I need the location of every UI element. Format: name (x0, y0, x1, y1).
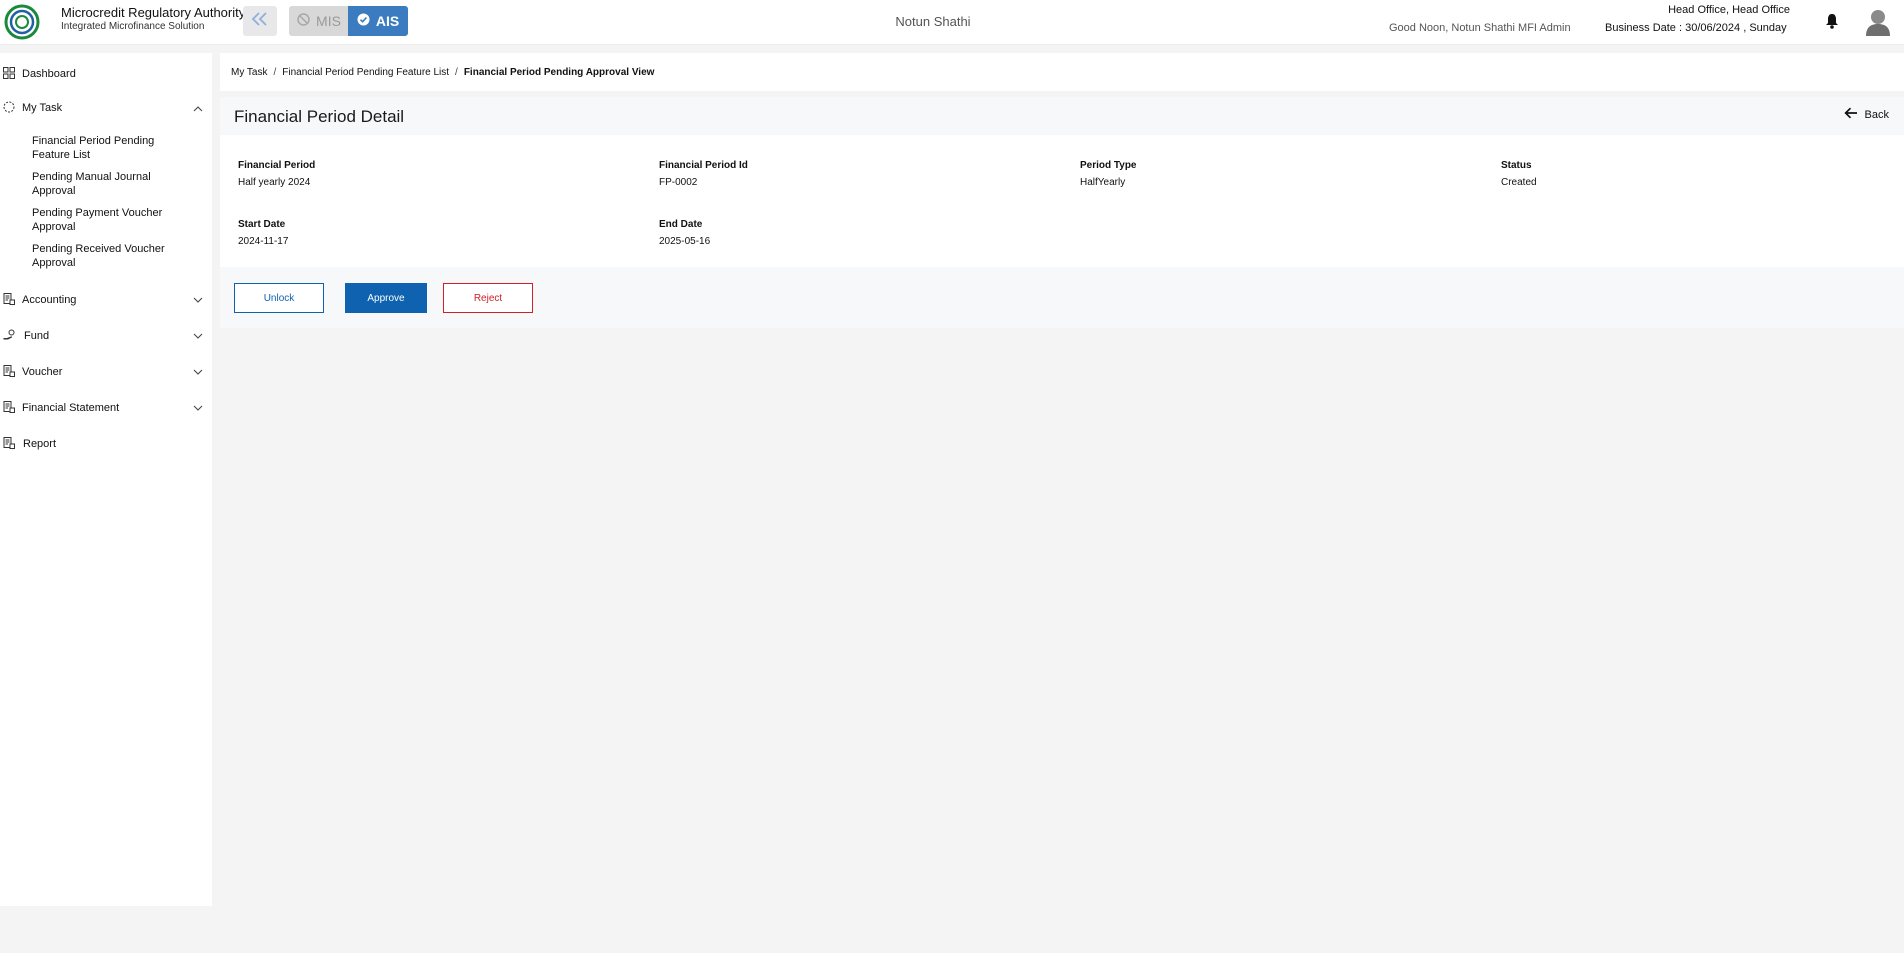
office-name: Head Office, Head Office (1668, 4, 1790, 16)
sidebar-item-my-task[interactable]: My Task (0, 96, 212, 120)
submenu-pending-manual-journal[interactable]: Pending Manual Journal Approval (32, 170, 182, 198)
sidebar-item-report[interactable]: Report (0, 432, 212, 456)
field-period-type: Period Type HalfYearly (1080, 160, 1137, 188)
field-financial-period-id: Financial Period Id FP-0002 (659, 160, 748, 188)
field-status: Status Created (1501, 160, 1537, 188)
task-icon (3, 101, 15, 113)
field-value: Created (1501, 177, 1537, 188)
chevron-down-icon (193, 403, 203, 415)
field-value: 2024-11-17 (238, 236, 289, 247)
field-value: Half yearly 2024 (238, 177, 311, 188)
page-title: Financial Period Detail (234, 107, 405, 126)
back-button[interactable]: Back (1843, 107, 1889, 122)
sidebar: Dashboard My Task Financial Period Pendi… (0, 53, 212, 906)
ledger-icon (3, 293, 15, 305)
sidebar-item-fund[interactable]: Fund (0, 324, 212, 348)
arrow-left-icon (1843, 107, 1858, 122)
sidebar-item-label: Fund (24, 330, 50, 342)
field-label: Start Date (238, 219, 286, 230)
sidebar-item-label: Financial Statement (22, 402, 120, 414)
sidebar-item-label: My Task (22, 102, 63, 114)
submenu-financial-period-pending[interactable]: Financial Period Pending Feature List (32, 134, 182, 162)
sidebar-item-label: Voucher (22, 366, 63, 378)
mfi-name: Notun Shathi (895, 14, 971, 29)
notification-bell-icon[interactable] (1825, 13, 1839, 34)
field-label: Financial Period (238, 160, 316, 171)
sidebar-item-label: Dashboard (22, 68, 76, 80)
breadcrumb-separator: / (455, 66, 458, 78)
ledger-icon (3, 365, 15, 377)
ledger-icon (3, 401, 15, 413)
field-value: 2025-05-16 (659, 236, 711, 247)
submenu-pending-payment-voucher[interactable]: Pending Payment Voucher Approval (32, 206, 182, 234)
sidebar-item-label: Report (23, 438, 57, 450)
action-bar: Unlock Approve Reject (220, 267, 1904, 328)
ledger-icon (3, 437, 15, 449)
breadcrumb-current: Financial Period Pending Approval View (463, 66, 655, 78)
sidebar-item-dashboard[interactable]: Dashboard (0, 62, 212, 86)
user-greeting: Good Noon, Notun Shathi MFI Admin (1389, 22, 1571, 34)
field-start-date: Start Date 2024-11-17 (238, 219, 288, 247)
sidebar-item-accounting[interactable]: Accounting (0, 288, 212, 312)
submenu-pending-received-voucher[interactable]: Pending Received Voucher Approval (32, 242, 182, 270)
breadcrumb-pending-feature-list[interactable]: Financial Period Pending Feature List (282, 67, 449, 78)
chevron-down-icon (193, 295, 203, 307)
chevron-down-icon (193, 367, 203, 379)
breadcrumb-my-task[interactable]: My Task (231, 67, 268, 78)
field-label: Period Type (1080, 160, 1137, 171)
back-label: Back (1864, 108, 1889, 121)
field-financial-period: Financial Period Half yearly 2024 (238, 160, 315, 188)
breadcrumb: My Task / Financial Period Pending Featu… (220, 53, 1904, 91)
reject-button[interactable]: Reject (443, 283, 533, 313)
field-value: FP-0002 (659, 177, 698, 188)
unlock-button[interactable]: Unlock (234, 283, 324, 313)
detail-header: Financial Period Detail Back (220, 97, 1904, 135)
field-label: Status (1501, 160, 1532, 171)
business-date: Business Date : 30/06/2024 , Sunday (1605, 22, 1787, 34)
chevron-up-icon (193, 103, 203, 115)
sidebar-item-financial-statement[interactable]: Financial Statement (0, 396, 212, 420)
breadcrumb-separator: / (273, 66, 277, 78)
hand-coin-icon (3, 329, 15, 341)
sidebar-item-voucher[interactable]: Voucher (0, 360, 212, 384)
field-end-date: End Date 2025-05-16 (659, 219, 710, 247)
field-label: Financial Period Id (659, 160, 748, 171)
approve-button[interactable]: Approve (345, 283, 427, 313)
top-header: Microcredit Regulatory Authority Integra… (0, 0, 1904, 45)
grid-icon (3, 67, 15, 79)
field-label: End Date (659, 219, 703, 230)
detail-panel: Financial Period Half yearly 2024 Financ… (220, 135, 1904, 267)
user-avatar-icon[interactable] (1865, 8, 1891, 41)
chevron-down-icon (193, 331, 203, 343)
field-value: HalfYearly (1080, 177, 1126, 188)
sidebar-item-label: Accounting (22, 294, 77, 306)
